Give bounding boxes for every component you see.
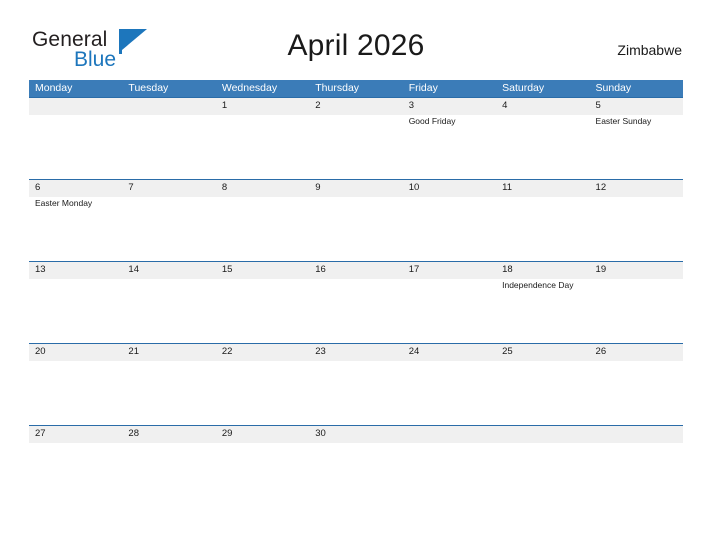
week-row: 6 Easter Monday 7 8 9 10 11 12 [29,179,683,261]
day-cell[interactable] [402,426,497,466]
day-number: 16 [315,264,326,275]
day-number: 6 [35,182,41,193]
day-number: 12 [595,182,607,193]
day-cell[interactable]: 9 [309,180,403,261]
day-event: Easter Monday [35,198,93,208]
day-cell[interactable]: 22 [215,344,310,425]
day-cell[interactable]: 21 [122,344,216,425]
page-header: General Blue April 2026 Zimbabwe [0,0,712,80]
day-cell[interactable] [29,98,123,179]
day-cell[interactable]: 14 [122,262,216,343]
day-number: 26 [595,346,607,357]
weekday-wednesday: Wednesday [221,82,278,94]
day-cell[interactable]: 8 [215,180,310,261]
day-number: 8 [221,182,228,193]
day-number: 27 [35,428,46,439]
day-cell[interactable]: 17 [402,262,497,343]
weekday-thursday: Thursday [315,82,360,94]
day-cell[interactable] [496,426,590,466]
day-cell[interactable]: 3 Good Friday [402,98,497,179]
day-number: 24 [408,346,420,357]
day-number: 23 [315,346,326,357]
day-cell[interactable]: 10 [402,180,497,261]
day-cell[interactable]: 26 [589,344,683,425]
day-cell[interactable]: 30 [309,426,403,466]
day-number: 14 [128,264,139,275]
week-row: 27 28 29 30 [29,425,683,466]
day-number: 15 [221,264,233,275]
weekday-header-row: Monday Tuesday Wednesday Thursday Friday… [29,80,683,97]
day-number: 4 [502,100,508,111]
day-cell[interactable]: 15 [215,262,310,343]
page-title: April 2026 [287,29,425,62]
day-cell[interactable]: 25 [496,344,590,425]
day-cell[interactable]: 1 [215,98,310,179]
day-cell[interactable]: 28 [122,426,216,466]
day-number: 20 [35,346,46,357]
day-cell[interactable]: 2 [309,98,403,179]
day-cell[interactable]: 19 [589,262,683,343]
day-cell[interactable] [589,426,683,466]
day-number: 18 [502,264,513,275]
weekday-friday: Friday [408,82,438,94]
day-number: 25 [502,346,513,357]
day-number: 21 [128,346,139,357]
day-number: 9 [315,182,321,193]
day-number: 29 [221,428,233,439]
day-cell[interactable]: 6 Easter Monday [29,180,123,261]
country-label: Zimbabwe [617,42,682,58]
day-cell[interactable]: 18 Independence Day [496,262,590,343]
day-number: 1 [221,100,228,111]
day-number: 22 [221,346,233,357]
day-number: 30 [315,428,326,439]
calendar-grid: Monday Tuesday Wednesday Thursday Friday… [29,80,683,466]
weekday-sunday: Sunday [595,82,632,94]
day-number: 19 [595,264,607,275]
day-number: 3 [408,100,414,111]
day-cell[interactable]: 16 [309,262,403,343]
day-number: 28 [128,428,139,439]
day-event: Good Friday [408,116,456,126]
day-event: Easter Sunday [595,116,652,126]
weekday-tuesday: Tuesday [128,82,169,94]
day-cell[interactable]: 13 [29,262,123,343]
week-row: 1 2 3 Good Friday 4 5 Easter Sunday [29,97,683,179]
day-cell[interactable]: 24 [402,344,497,425]
day-cell[interactable]: 20 [29,344,123,425]
day-number: 13 [35,264,46,275]
day-cell[interactable]: 11 [496,180,590,261]
day-cell[interactable]: 29 [215,426,310,466]
day-cell[interactable]: 12 [589,180,683,261]
day-number: 5 [595,100,601,111]
day-number: 11 [502,182,512,193]
weekday-monday: Monday [35,82,73,94]
week-row: 20 21 22 23 24 25 26 [29,343,683,425]
day-cell[interactable]: 23 [309,344,403,425]
day-event: Independence Day [502,280,574,290]
calendar-page: General Blue April 2026 Zimbabwe Monday … [0,0,712,550]
weekday-saturday: Saturday [502,82,545,94]
day-cell[interactable]: 7 [122,180,216,261]
day-number: 17 [408,264,420,275]
day-cell[interactable]: 4 [496,98,590,179]
day-number: 2 [315,100,321,111]
day-number: 10 [408,182,420,193]
week-row: 13 14 15 16 17 18 Independence Day 19 [29,261,683,343]
day-cell[interactable]: 27 [29,426,123,466]
day-cell[interactable] [122,98,216,179]
day-number: 7 [128,182,134,193]
day-cell[interactable]: 5 Easter Sunday [589,98,683,179]
